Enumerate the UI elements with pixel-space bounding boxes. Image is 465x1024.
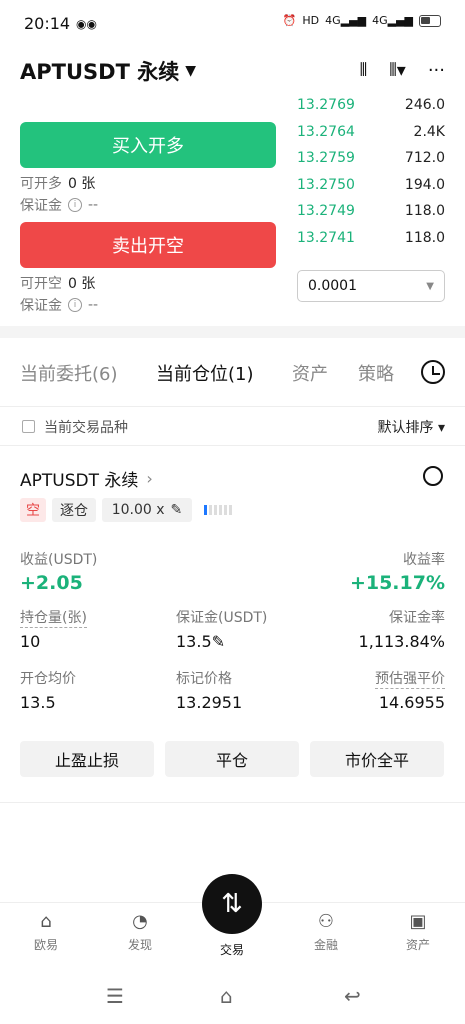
liq-label[interactable]: 预估强平价 <box>375 668 445 689</box>
sort-select[interactable]: 默认排序 ▾ <box>378 417 445 437</box>
can-open-short: 可开空 0 张 <box>20 276 96 292</box>
order-book: 13.2769 246.0 13.2764 2.4K 13.2759 712.0 13… <box>297 92 445 251</box>
discover-icon: ◔ <box>132 911 148 932</box>
home-icon: ⌂ <box>40 911 52 932</box>
nav-finance[interactable]: ⚇ 金融 <box>296 911 356 953</box>
margin-ratio-label: 保证金率 <box>389 610 445 626</box>
back-icon[interactable]: ↩ <box>344 984 361 1008</box>
roe-value: +15.17% <box>349 572 445 594</box>
caret-down-icon: ▼ <box>426 281 434 292</box>
home-button-icon[interactable]: ⌂ <box>220 984 233 1008</box>
current-symbol-checkbox[interactable] <box>22 420 35 433</box>
liq-value: 14.6955 <box>378 693 445 712</box>
mark-value: 13.2951 <box>176 693 243 712</box>
more-icon[interactable]: ··· <box>428 60 445 81</box>
alarm-icon: ⏰ <box>282 14 297 27</box>
orderbook-row[interactable]: 13.2749 118.0 <box>297 198 445 225</box>
margin-label: 保证金(USDT) <box>176 610 268 626</box>
current-symbol-label: 当前交易品种 <box>44 420 128 436</box>
size-label[interactable]: 持仓量(张) <box>20 607 87 628</box>
info-icon[interactable]: i <box>68 298 82 312</box>
pnl-label: 收益(USDT) <box>20 552 98 568</box>
nav-home[interactable]: ⌂ 欧易 <box>16 911 76 953</box>
filter-bar: 当前交易品种 默认排序 ▾ <box>0 406 465 446</box>
nav-trade[interactable]: 交易 <box>202 941 262 958</box>
swap-arrows-icon: ⇅ <box>221 889 243 919</box>
tab-assets[interactable]: 资产 <box>292 360 328 386</box>
status-bar: 20:14 ◉◉ ⏰ HD 4G▂▄▆ 4G▂▄▆ <box>0 0 465 50</box>
position-tabs: 当前委托(6) 当前仓位(1) 资产 策略 <box>0 352 465 396</box>
margin-value[interactable]: 13.5✎ <box>176 632 225 651</box>
caret-down-icon: ▼ <box>185 63 196 79</box>
chart-dropdown-icon[interactable]: ⫴▾ <box>389 60 406 81</box>
margin-mode-badge: 逐仓 <box>52 498 96 522</box>
status-time: 20:14 <box>24 14 71 33</box>
system-nav: ☰ ⌂ ↩ <box>0 970 465 1024</box>
pair-selector[interactable]: APTUSDT 永续 ▼ <box>20 56 196 86</box>
market-close-all-button[interactable]: 市价全平 <box>310 741 444 777</box>
battery-icon <box>419 14 441 27</box>
tp-sl-button[interactable]: 止盈止损 <box>20 741 154 777</box>
pair-title: APTUSDT 永续 <box>20 60 180 84</box>
entry-value: 13.5 <box>20 693 56 712</box>
finance-icon: ⚇ <box>317 911 335 932</box>
leverage-badge[interactable]: 10.00 x ✎ <box>102 498 192 522</box>
info-icon[interactable]: i <box>68 198 82 212</box>
chevron-right-icon: › <box>146 469 153 488</box>
close-position-button[interactable]: 平仓 <box>165 741 299 777</box>
hd-icon: HD <box>302 14 320 27</box>
edit-icon[interactable]: ✎ <box>171 502 183 518</box>
roe-label: 收益率 <box>403 552 445 568</box>
margin-info-long: 保证金 i -- <box>20 197 99 214</box>
menu-icon[interactable]: ☰ <box>106 984 124 1008</box>
wallet-icon: ▣ <box>409 911 427 932</box>
nav-assets[interactable]: ▣ 资产 <box>388 911 448 953</box>
divider <box>0 802 465 803</box>
buy-open-long-button[interactable]: 买入开多 <box>20 122 276 168</box>
tab-strategy[interactable]: 策略 <box>358 360 398 386</box>
entry-label: 开仓均价 <box>20 671 76 687</box>
orderbook-row[interactable]: 13.2759 712.0 <box>297 145 445 172</box>
mark-label: 标记价格 <box>176 671 232 687</box>
pnl-value: +2.05 <box>20 572 83 594</box>
tab-positions[interactable]: 当前仓位(1) <box>156 360 254 386</box>
share-icon[interactable] <box>423 466 443 486</box>
history-icon[interactable] <box>421 360 445 384</box>
margin-ratio-value: 1,113.84% <box>358 632 445 651</box>
risk-level-bars <box>204 505 232 515</box>
orderbook-row[interactable]: 13.2769 246.0 <box>297 92 445 119</box>
signal-icon-2: 4G▂▄▆ <box>372 14 413 27</box>
side-badge: 空 <box>20 498 46 522</box>
candlestick-icon[interactable]: ⫴ <box>360 60 368 81</box>
edit-icon[interactable]: ✎ <box>212 632 225 651</box>
can-open-long: 可开多 0 张 <box>20 176 96 192</box>
margin-info-short: 保证金 i -- <box>20 297 99 314</box>
price-step-select[interactable]: 0.0001 ▼ <box>297 270 445 302</box>
tab-open-orders[interactable]: 当前委托(6) <box>20 360 118 386</box>
sell-open-short-button[interactable]: 卖出开空 <box>20 222 276 268</box>
status-icons: ⏰ HD 4G▂▄▆ 4G▂▄▆ <box>283 14 441 27</box>
notification-icon: ◉◉ <box>76 17 97 31</box>
nav-discover[interactable]: ◔ 发现 <box>110 911 170 953</box>
signal-icon-1: 4G▂▄▆ <box>325 14 367 27</box>
orderbook-row[interactable]: 13.2741 118.0 <box>297 225 445 252</box>
trade-fab[interactable]: ⇅ <box>202 874 262 934</box>
position-title[interactable]: APTUSDT 永续 › <box>20 466 153 491</box>
size-value: 10 <box>20 632 41 651</box>
section-separator <box>0 326 465 338</box>
orderbook-row[interactable]: 13.2750 194.0 <box>297 172 445 199</box>
orderbook-row[interactable]: 13.2764 2.4K <box>297 119 445 146</box>
trade-header: APTUSDT 永续 ▼ ⫴ ⫴▾ ··· <box>0 50 465 94</box>
